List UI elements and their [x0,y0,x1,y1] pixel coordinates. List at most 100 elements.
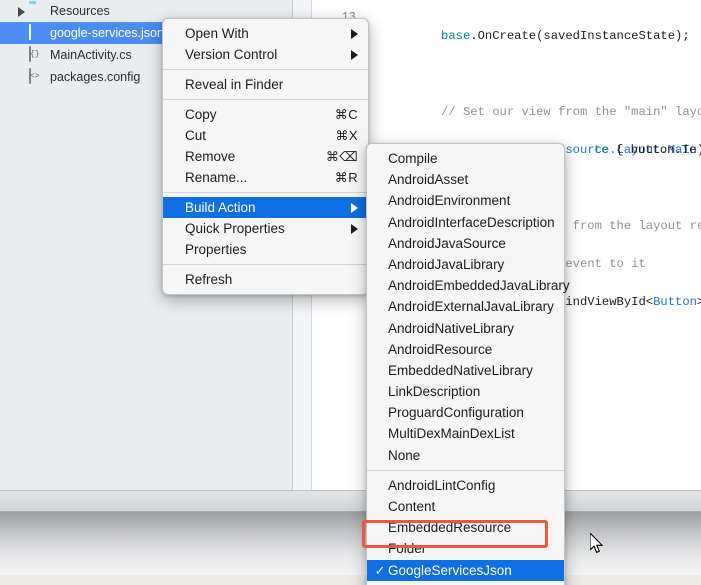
menu-item-label: Reveal in Finder [185,77,284,92]
menu-item-open-with[interactable]: Open With [163,23,368,44]
submenu-arrow-icon [351,202,358,213]
menu-separator [163,264,368,265]
menu-item-quick-properties[interactable]: Quick Properties [163,218,368,239]
menu-separator [367,469,564,471]
menu-item-label: Open With [185,26,249,41]
menu-item-refresh[interactable]: Refresh [163,269,368,290]
menu-item-label: MultiDexMainDexList [388,426,515,442]
csharp-document-icon: {} [29,46,44,63]
menu-separator [163,99,368,100]
menu-item-remove[interactable]: Remove ⌘⌫ [163,146,368,167]
tree-item-label: packages.config [50,69,141,84]
menu-item-label: Folder [388,541,427,557]
menu-item-label: ProguardConfiguration [388,405,524,421]
menu-item-label: Remove [185,149,236,164]
menu-item-label: Cut [185,128,207,143]
code-token-button-generic: Button [653,295,697,309]
submenu-arrow-icon [351,223,358,234]
menu-item-shortcut: ⌘R [334,170,358,185]
code-token-lambda-tail-b: { button.Te [608,143,697,157]
menu-item-shortcut: ⌘C [334,107,358,122]
menu-item-label: EmbeddedNativeLibrary [388,362,533,378]
json-document-icon [29,24,44,41]
menu-item-androidjavasource[interactable]: AndroidJavaSource [367,233,564,254]
menu-item-none[interactable]: None [367,445,564,466]
menu-item-label: Version Control [185,47,278,62]
folder-icon [29,3,44,19]
menu-item-label: Content [388,499,436,514]
code-token-paren-close: ) [697,143,701,157]
menu-item-label: AndroidResource [388,341,493,357]
menu-item-content[interactable]: Content [367,496,564,517]
menu-item-androidinterfacedescription[interactable]: AndroidInterfaceDescription [367,212,564,233]
menu-item-label: AndroidEnvironment [388,193,511,209]
menu-separator [163,192,368,193]
tree-item-label: MainActivity.cs [50,47,132,62]
menu-item-label: AndroidLintConfig [388,477,496,493]
menu-item-androidlintconfig[interactable]: AndroidLintConfig [367,475,564,496]
menu-item-label: AndroidAsset [388,172,469,188]
menu-item-label: Copy [185,107,217,122]
mouse-cursor-icon [589,531,604,555]
checkmark-icon: ✓ [374,562,386,578]
menu-item-label: LinkDescription [388,384,481,400]
code-line: base.OnCreate(savedInstanceState); [441,27,701,46]
disclosure-triangle-icon[interactable] [16,6,27,17]
tree-item-label: Resources [50,3,110,18]
menu-item-linkdescription[interactable]: LinkDescription [367,381,564,402]
submenu-arrow-icon [351,49,358,60]
editor-status-bar [0,490,701,512]
menu-item-shortcut: ⌘⌫ [325,149,358,164]
submenu-arrow-icon [351,28,358,39]
menu-item-version-control[interactable]: Version Control [163,44,368,65]
menu-item-label: AndroidJavaSource [388,235,506,251]
menu-item-label: Refresh [185,272,233,287]
tree-item-label: google-services.json [50,25,164,40]
menu-item-androidjavalibrary[interactable]: AndroidJavaLibrary [367,254,564,275]
menu-item-reveal-in-finder[interactable]: Reveal in Finder [163,74,368,95]
build-action-submenu[interactable]: Compile AndroidAsset AndroidEnvironment And… [366,143,570,585]
menu-item-cut[interactable]: Cut ⌘X [163,125,368,146]
menu-item-embeddedresource[interactable]: EmbeddedResource [367,517,564,538]
menu-item-build-action[interactable]: Build Action [163,197,368,218]
menu-separator [163,69,368,70]
menu-item-androidresource[interactable]: AndroidResource [367,339,564,360]
menu-item-label: GoogleServicesJson [388,562,512,578]
menu-item-label: AndroidExternalJavaLibrary [388,299,554,315]
dock-strip [0,575,701,585]
menu-item-copy[interactable]: Copy ⌘C [163,104,368,125]
menu-item-rename[interactable]: Rename... ⌘R [163,167,368,188]
context-menu[interactable]: Open With Version Control Reveal in Finder… [162,18,369,295]
menu-item-label: AndroidNativeLibrary [388,320,515,336]
menu-item-label: AndroidEmbeddedJavaLibrary [388,278,570,294]
menu-item-folder[interactable]: Folder [367,538,564,559]
code-line-comment: // Set our view from the "main" layo [441,105,701,119]
menu-item-embeddednativelibrary[interactable]: EmbeddedNativeLibrary [367,360,564,381]
code-token-lambda-tail-a: te [594,143,609,157]
menu-item-label: None [388,447,421,463]
menu-item-androidexternaljavalibrary[interactable]: AndroidExternalJavaLibrary [367,296,564,317]
menu-item-googleservicesjson[interactable]: ✓ GoogleServicesJson [367,559,564,581]
menu-item-shortcut: ⌘X [335,128,358,143]
xml-document-icon: <> [29,68,44,85]
menu-item-label: AndroidJavaLibrary [388,256,505,272]
menu-item-label: AndroidInterfaceDescription [388,214,555,230]
code-token-oncreate: .OnCreate(savedInstanceState); [470,29,690,43]
menu-item-androidenvironment[interactable]: AndroidEnvironment [367,190,564,211]
menu-item-label: Rename... [185,170,248,185]
menu-item-label: ProjectReference [388,581,554,585]
menu-item-properties[interactable]: Properties [163,239,368,260]
menu-item-compile[interactable]: Compile [367,148,564,169]
menu-item-androidnativelibrary[interactable]: AndroidNativeLibrary [367,318,564,339]
screenshot-root: 13 14 base.OnCreate(savedInstanceState);… [0,0,701,585]
menu-item-androidembeddedjavalibrary[interactable]: AndroidEmbeddedJavaLibrary [367,275,570,296]
menu-item-label: Compile [388,151,438,166]
menu-item-androidasset[interactable]: AndroidAsset [367,169,564,190]
code-token-decl-end: > [697,295,701,309]
menu-item-multidexmaindexlist[interactable]: MultiDexMainDexList [367,423,564,444]
menu-item-proguardconfiguration[interactable]: ProguardConfiguration [367,402,564,423]
menu-item-label: Properties [185,242,247,257]
menu-item-projectreference[interactable]: ProjectReference [367,581,564,585]
menu-item-label: Build Action [185,200,256,215]
